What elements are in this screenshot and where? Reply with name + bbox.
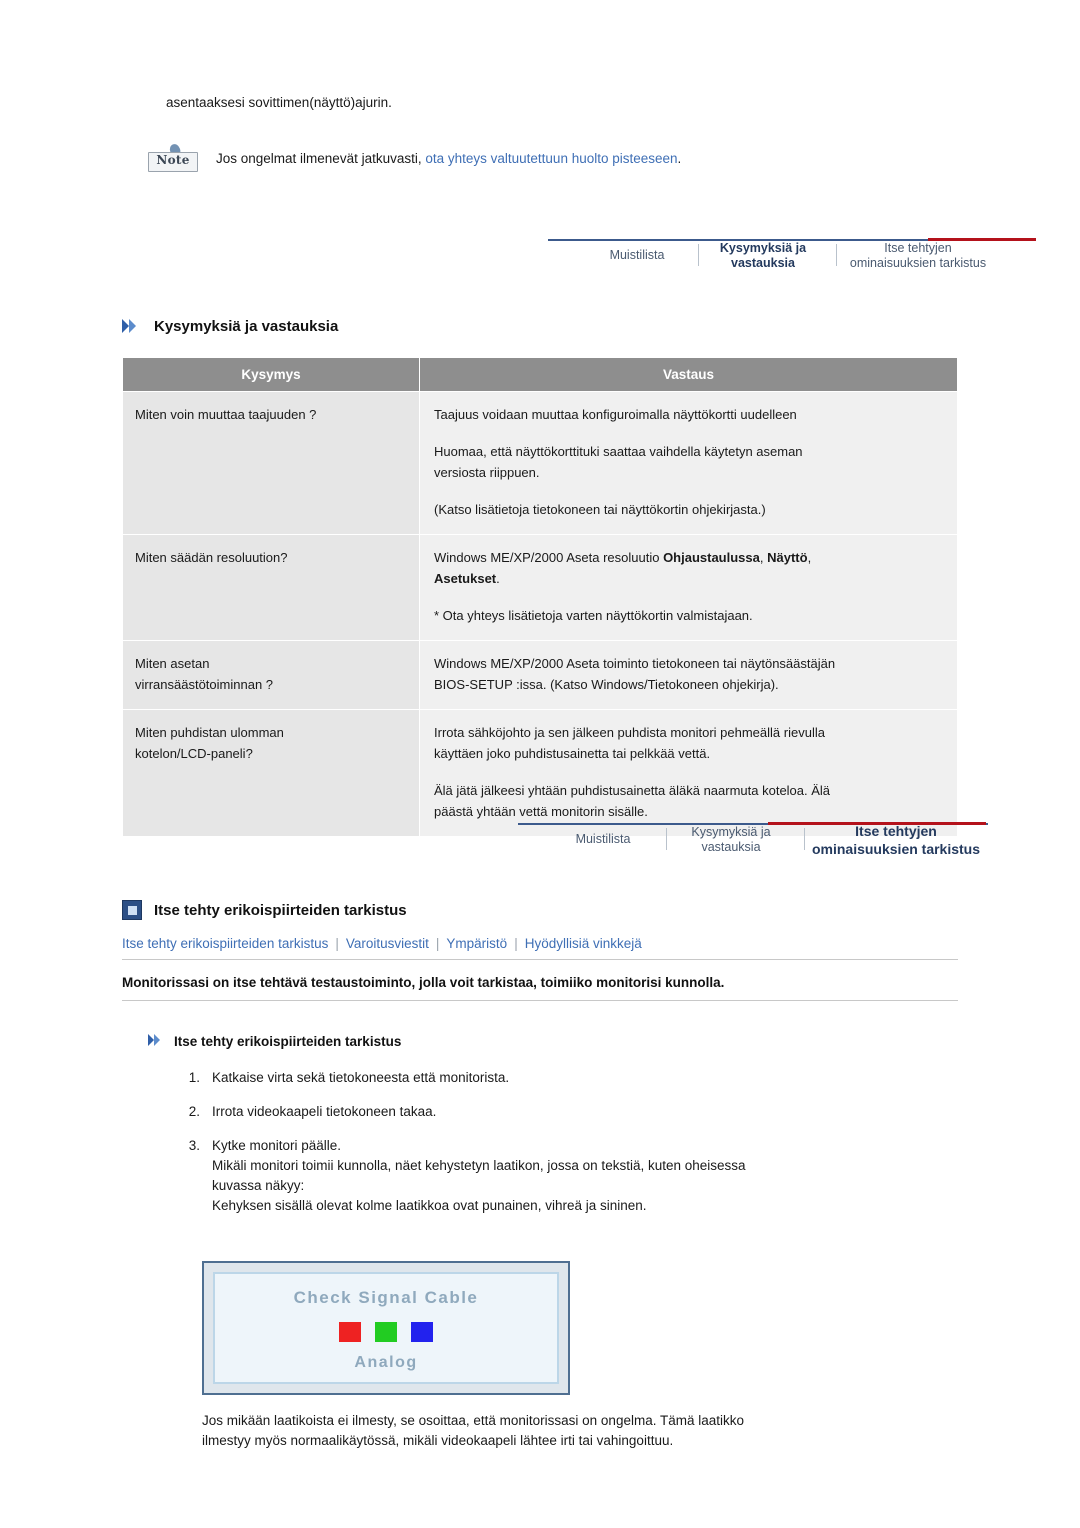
column-header-answer: Vastaus <box>419 357 958 392</box>
tab-banner-bottom: Muistilista Kysymyksiä ja vastauksia Itse… <box>518 812 988 857</box>
answer-cell: Taajuus voidaan muuttaa konfiguroimalla … <box>419 391 958 535</box>
link-tips[interactable]: Hyödyllisiä vinkkejä <box>525 936 642 951</box>
question-cell: Miten voin muuttaa taajuuden ? <box>122 391 420 535</box>
tab-selftest-line2: ominaisuuksien tarkistus <box>849 256 987 270</box>
step-text: Kytke monitori päälle. Mikäli monitori t… <box>212 1138 746 1213</box>
step-text-wrap: Kytke monitori päälle. Mikäli monitori t… <box>212 1136 972 1216</box>
selftest-steps: 1. Katkaise virta sekä tietokoneesta ett… <box>172 1068 972 1230</box>
selftest-link-row: Itse tehty erikoispiirteiden tarkistus | V… <box>122 936 958 960</box>
tab-qa[interactable]: Kysymyksiä ja vastauksia <box>700 241 826 271</box>
tab-selftest-line1: Itse tehtyjen <box>855 823 937 839</box>
step-number: 1. <box>188 1070 200 1085</box>
selftest-pattern-image: Check Signal Cable Analog <box>202 1261 570 1395</box>
pattern-inner-frame: Check Signal Cable Analog <box>213 1272 559 1384</box>
selftest-subheading-text: Itse tehty erikoispiirteiden tarkistus <box>174 1033 402 1049</box>
qa-heading-text: Kysymyksiä ja vastauksia <box>154 317 339 335</box>
table-row: Miten asetan virransäästötoiminnan ? Win… <box>122 640 958 710</box>
note-text-prefix: Jos ongelmat ilmenevät jatkuvasti, <box>216 151 426 166</box>
qa-section-heading: Kysymyksiä ja vastauksia <box>122 316 338 336</box>
swatch-green <box>375 1322 397 1342</box>
answer-para: Windows ME/XP/2000 Aseta toiminto tietok… <box>434 656 836 692</box>
answer-cell: Windows ME/XP/2000 Aseta resoluutio Ohja… <box>419 534 958 641</box>
step-number: 3. <box>188 1138 200 1153</box>
step-text: Irrota videokaapeli tietokoneen takaa. <box>212 1104 437 1119</box>
answer-para: (Katso lisätietoja tietokoneen tai näytt… <box>434 502 766 517</box>
qa-table: Kysymys Vastaus Miten voin muuttaa taaju… <box>122 357 958 837</box>
link-separator: | <box>514 936 518 951</box>
pattern-title: Check Signal Cable <box>293 1288 479 1307</box>
tab-separator <box>666 828 667 850</box>
answer-cell: Windows ME/XP/2000 Aseta toiminto tietok… <box>419 640 958 710</box>
tab-banner-top: Muistilista Kysymyksiä ja vastauksia Itse… <box>548 228 1036 272</box>
question-cell: Miten asetan virransäästötoiminnan ? <box>122 640 420 710</box>
swatch-red <box>339 1322 361 1342</box>
swatch-blue <box>411 1322 433 1342</box>
tab-selftest[interactable]: Itse tehtyjen ominaisuuksien tarkistus <box>788 822 1004 858</box>
step-number: 2. <box>188 1104 200 1119</box>
answer-bold-1: Ohjaustaulussa <box>663 550 760 565</box>
service-center-link[interactable]: ota yhteys valtuutettuun huolto pisteese… <box>425 151 677 166</box>
tab-checklist[interactable]: Muistilista <box>548 832 658 847</box>
tab-separator <box>698 244 699 266</box>
answer-para: Huomaa, että näyttökorttituki saattaa va… <box>434 444 803 480</box>
answer-text: . <box>496 571 500 586</box>
tab-selftest-line2: ominaisuuksien tarkistus <box>811 841 981 857</box>
tab-selftest[interactable]: Itse tehtyjen ominaisuuksien tarkistus <box>834 241 1002 271</box>
question-cell: Miten puhdistan ulomman kotelon/LCD-pane… <box>122 709 420 837</box>
intro-text: asentaaksesi sovittimen(näyttö)ajurin. <box>166 95 392 110</box>
table-row: Miten voin muuttaa taajuuden ? Taajuus v… <box>122 391 958 535</box>
link-separator: | <box>435 936 440 951</box>
link-separator: | <box>335 936 339 951</box>
table-row: Miten säädän resoluution? Windows ME/XP/… <box>122 534 958 641</box>
question-cell: Miten säädän resoluution? <box>122 534 420 641</box>
link-environment[interactable]: Ympäristö <box>446 936 507 951</box>
selftest-closing-text: Jos mikään laatikoista ei ilmesty, se os… <box>202 1413 744 1448</box>
answer-para: * Ota yhteys lisätietoja varten näyttöko… <box>434 608 753 623</box>
selftest-intro-bold: Monitorissasi on itse tehtävä testaustoi… <box>122 975 958 1001</box>
double-arrow-icon <box>122 316 142 336</box>
tab-qa-line2: vastauksia <box>701 840 761 854</box>
document-page: asentaaksesi sovittimen(näyttö)ajurin. N… <box>0 0 1080 1528</box>
answer-para: Taajuus voidaan muuttaa konfiguroimalla … <box>434 407 797 422</box>
tab-qa-line1: Kysymyksiä ja <box>719 241 807 255</box>
answer-text: , <box>807 550 812 565</box>
square-bullet-icon <box>122 900 142 920</box>
list-item: 1. Katkaise virta sekä tietokoneesta ett… <box>172 1068 972 1088</box>
link-warnings[interactable]: Varoitusviestit <box>346 936 429 951</box>
selftest-heading-text: Itse tehty erikoispiirteiden tarkistus <box>154 901 407 919</box>
tab-checklist[interactable]: Muistilista <box>582 248 692 263</box>
note-icon-label: Note <box>156 153 190 167</box>
tab-qa[interactable]: Kysymyksiä ja vastauksia <box>668 825 794 855</box>
tab-qa-line1: Kysymyksiä ja <box>691 825 771 839</box>
pattern-swatches <box>215 1322 557 1342</box>
link-selftest[interactable]: Itse tehty erikoispiirteiden tarkistus <box>122 936 328 951</box>
note-text: Jos ongelmat ilmenevät jatkuvasti, ota y… <box>216 144 681 169</box>
answer-text: Windows ME/XP/2000 Aseta resoluutio <box>434 550 664 565</box>
answer-para: Windows ME/XP/2000 Aseta resoluutio Ohja… <box>434 547 947 589</box>
double-arrow-icon <box>148 1033 164 1049</box>
answer-para: Irrota sähköjohto ja sen jälkeen puhdist… <box>434 725 825 761</box>
step-text: Katkaise virta sekä tietokoneesta että m… <box>212 1070 510 1085</box>
selftest-section-heading: Itse tehty erikoispiirteiden tarkistus <box>122 900 407 920</box>
tab-qa-line2: vastauksia <box>731 256 795 270</box>
list-item: 3. Kytke monitori päälle. Mikäli monitor… <box>172 1136 972 1216</box>
note-icon: Note <box>148 142 200 174</box>
answer-bold-2: Näyttö <box>767 550 808 565</box>
list-item: 2. Irrota videokaapeli tietokoneen takaa… <box>172 1102 972 1122</box>
pattern-subtitle: Analog <box>354 1354 418 1371</box>
selftest-subheading: Itse tehty erikoispiirteiden tarkistus <box>148 1033 401 1049</box>
step-text-wrap: Katkaise virta sekä tietokoneesta että m… <box>212 1068 972 1088</box>
note-block: Note Jos ongelmat ilmenevät jatkuvasti, … <box>148 142 681 174</box>
step-text-wrap: Irrota videokaapeli tietokoneen takaa. <box>212 1102 972 1122</box>
table-header-row: Kysymys Vastaus <box>122 357 958 392</box>
tab-selftest-line1: Itse tehtyjen <box>884 241 952 255</box>
answer-bold-3: Asetukset <box>434 571 497 586</box>
column-header-question: Kysymys <box>122 357 420 392</box>
note-text-suffix: . <box>677 151 682 166</box>
